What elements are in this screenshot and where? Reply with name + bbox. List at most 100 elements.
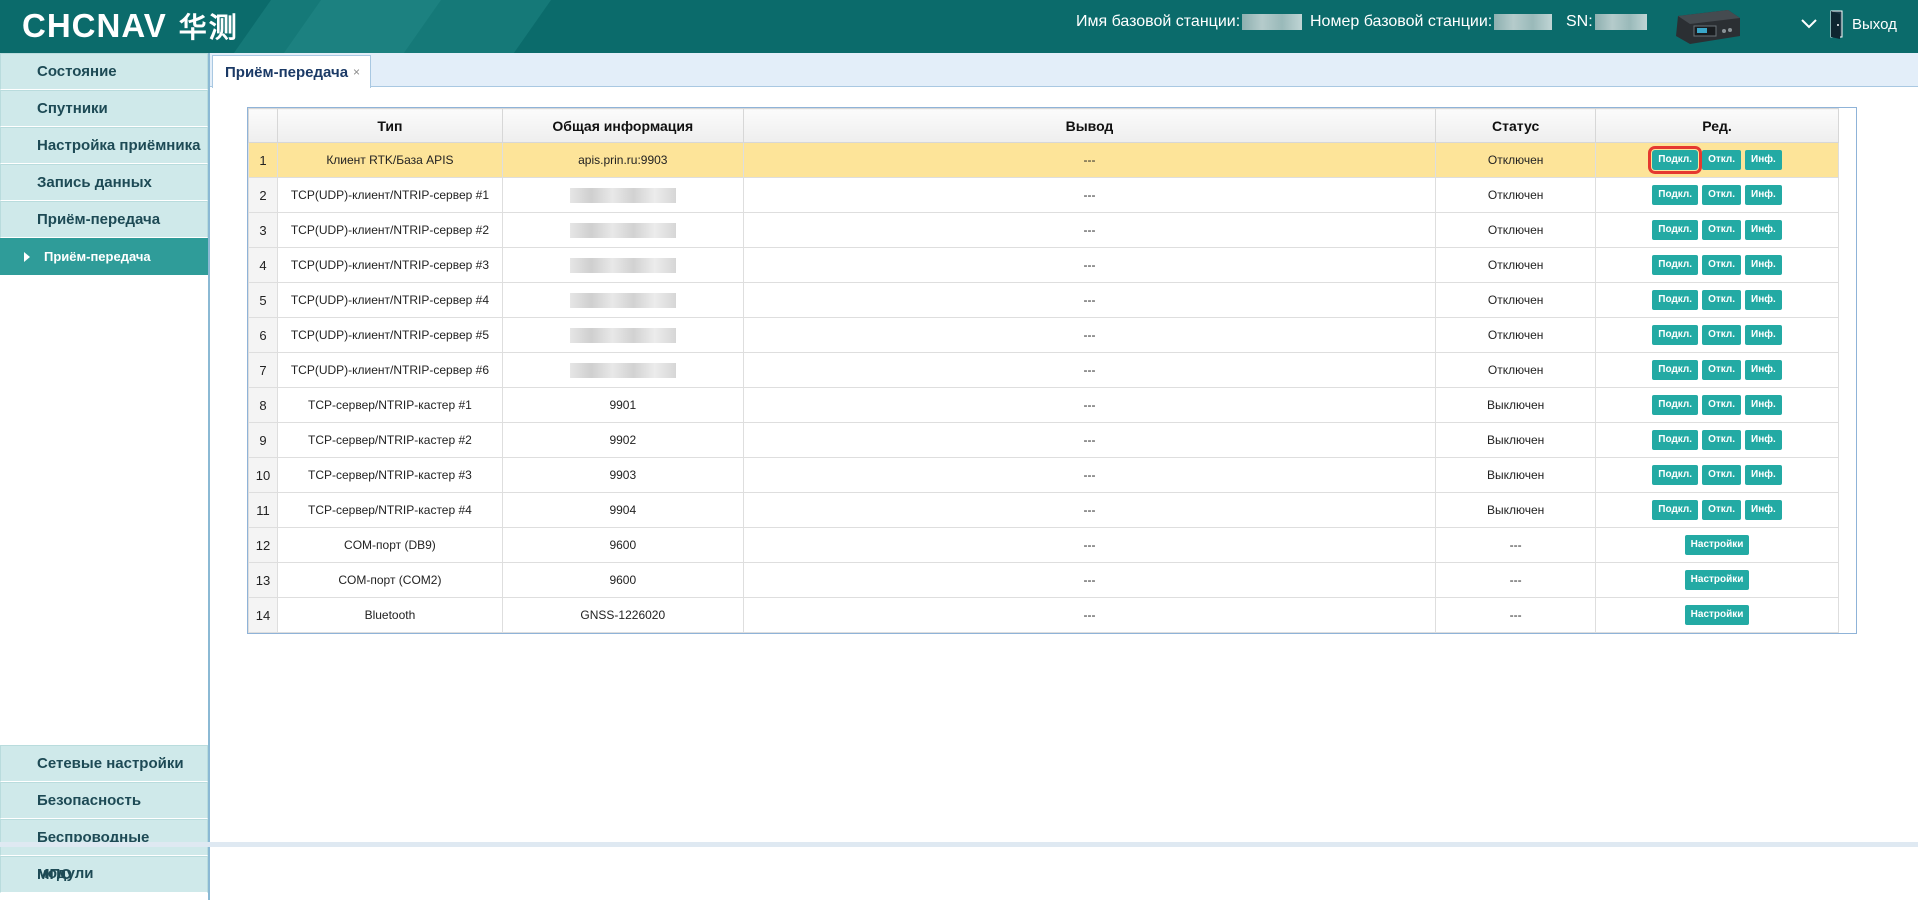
row-info: 9600: [501, 562, 744, 598]
disconnect-button[interactable]: Откл.: [1702, 255, 1742, 275]
row-number: 10: [248, 457, 278, 493]
disconnect-button[interactable]: Откл.: [1702, 465, 1742, 485]
table-row[interactable]: 10 TCP-сервер/NTRIP-кастер #3 9903 --- Выклю…: [248, 457, 1839, 493]
connect-button[interactable]: Подкл.: [1652, 255, 1699, 275]
connect-button[interactable]: Подкл.: [1652, 220, 1699, 240]
row-type: COM-порт (COM2): [276, 562, 503, 598]
info-button[interactable]: Инф.: [1745, 360, 1782, 380]
info-button[interactable]: Инф.: [1745, 290, 1782, 310]
row-actions: Подкл. Откл. Инф.: [1595, 457, 1839, 493]
sidebar-item-network[interactable]: Сетевые настройки: [0, 745, 208, 782]
table-row[interactable]: 4 TCP(UDP)-клиент/NTRIP-сервер #3 --- Отклю…: [248, 247, 1839, 283]
info-button[interactable]: Инф.: [1745, 500, 1782, 520]
tab-io[interactable]: Приём-передача ×: [212, 55, 372, 88]
disconnect-button[interactable]: Откл.: [1702, 395, 1742, 415]
row-output: ---: [742, 352, 1437, 388]
connect-button[interactable]: Подкл.: [1652, 290, 1699, 310]
row-info: 9600: [501, 527, 744, 563]
disconnect-button[interactable]: Откл.: [1702, 220, 1742, 240]
sidebar-item-firmware[interactable]: МПО: [0, 856, 208, 893]
connect-button[interactable]: Подкл.: [1652, 465, 1699, 485]
row-info: GNSS-1226020: [501, 597, 744, 633]
connect-button[interactable]: Подкл.: [1652, 430, 1699, 450]
sidebar: Состояние Спутники Настройка приёмника З…: [0, 53, 210, 900]
row-output: ---: [742, 282, 1437, 318]
disconnect-button[interactable]: Откл.: [1702, 185, 1742, 205]
settings-button[interactable]: Настройки: [1684, 535, 1750, 555]
row-actions: Подкл. Откл. Инф.: [1595, 387, 1839, 423]
row-status: Выключен: [1435, 492, 1597, 528]
row-type: TCP-сервер/NTRIP-кастер #3: [276, 457, 503, 493]
connect-button[interactable]: Подкл.: [1648, 146, 1703, 174]
info-button[interactable]: Инф.: [1745, 395, 1782, 415]
table-row[interactable]: 9 TCP-сервер/NTRIP-кастер #2 9902 --- Выключ…: [248, 422, 1839, 458]
info-button[interactable]: Инф.: [1745, 255, 1782, 275]
disconnect-button[interactable]: Откл.: [1702, 430, 1742, 450]
table-row[interactable]: 1 Клиент RTK/База APIS apis.prin.ru:9903 --…: [248, 142, 1839, 178]
disconnect-button[interactable]: Откл.: [1702, 150, 1742, 170]
sidebar-item-receiver-settings[interactable]: Настройка приёмника: [0, 127, 208, 164]
sidebar-item-status[interactable]: Состояние: [0, 53, 208, 90]
row-number: 3: [248, 212, 278, 248]
settings-button[interactable]: Настройки: [1684, 605, 1750, 625]
info-button[interactable]: Инф.: [1745, 150, 1782, 170]
table-row[interactable]: 13 COM-порт (COM2) 9600 --- --- Настройки: [248, 562, 1839, 598]
sidebar-item-data-logging[interactable]: Запись данных: [0, 164, 208, 201]
table-row[interactable]: 8 TCP-сервер/NTRIP-кастер #1 9901 --- Выключ…: [248, 387, 1839, 423]
info-button[interactable]: Инф.: [1745, 325, 1782, 345]
row-actions: Подкл. Откл. Инф.: [1595, 282, 1839, 318]
row-number: 9: [248, 422, 278, 458]
sidebar-item-satellites[interactable]: Спутники: [0, 90, 208, 127]
row-number: 1: [248, 142, 278, 178]
table-row[interactable]: 7 TCP(UDP)-клиент/NTRIP-сервер #6 --- Отклю…: [248, 352, 1839, 388]
row-status: Отключен: [1435, 177, 1597, 213]
sidebar-subitem-io[interactable]: Приём-передача: [0, 238, 208, 275]
row-output: ---: [742, 562, 1437, 598]
row-actions: Настройки: [1595, 562, 1839, 598]
top-header: CHCNAV 华测 Имя базовой станции: Номер баз…: [0, 0, 1918, 53]
sn-value-redacted: [1594, 14, 1647, 30]
sidebar-item-security[interactable]: Безопасность: [0, 782, 208, 819]
table-row[interactable]: 2 TCP(UDP)-клиент/NTRIP-сервер #1 --- Отклю…: [248, 177, 1839, 213]
table-row[interactable]: 11 TCP-сервер/NTRIP-кастер #4 9904 --- Выклю…: [248, 492, 1839, 528]
disconnect-button[interactable]: Откл.: [1702, 360, 1742, 380]
disconnect-button[interactable]: Откл.: [1702, 325, 1742, 345]
logo-text: CHCNAV: [22, 7, 167, 44]
table-row[interactable]: 6 TCP(UDP)-клиент/NTRIP-сервер #5 --- Отклю…: [248, 317, 1839, 353]
info-button[interactable]: Инф.: [1745, 220, 1782, 240]
row-output: ---: [742, 527, 1437, 563]
connect-button[interactable]: Подкл.: [1652, 500, 1699, 520]
table-row[interactable]: 5 TCP(UDP)-клиент/NTRIP-сервер #4 --- Отклю…: [248, 282, 1839, 318]
sidebar-item-wireless[interactable]: Беспроводные модули: [0, 819, 208, 882]
table-row[interactable]: 3 TCP(UDP)-клиент/NTRIP-сервер #2 --- Отклю…: [248, 212, 1839, 248]
settings-button[interactable]: Настройки: [1684, 570, 1750, 590]
row-number: 6: [248, 317, 278, 353]
column-header-num: [248, 108, 278, 143]
row-actions: Настройки: [1595, 527, 1839, 563]
scroll-gutter: [1839, 108, 1856, 633]
door-exit-icon: [1830, 10, 1843, 39]
connect-button[interactable]: Подкл.: [1652, 360, 1699, 380]
row-type: TCP-сервер/NTRIP-кастер #1: [276, 387, 503, 423]
row-status: Выключен: [1435, 387, 1597, 423]
column-header-info: Общая информация: [501, 108, 744, 143]
row-number: 7: [248, 352, 278, 388]
exit-button[interactable]: Выход: [1828, 9, 1897, 39]
table-row[interactable]: 12 COM-порт (DB9) 9600 --- --- Настройки: [248, 527, 1839, 563]
row-number: 2: [248, 177, 278, 213]
info-button[interactable]: Инф.: [1745, 465, 1782, 485]
chevron-down-icon[interactable]: [1800, 17, 1818, 31]
connect-button[interactable]: Подкл.: [1652, 185, 1699, 205]
row-info: [501, 212, 744, 248]
connect-button[interactable]: Подкл.: [1652, 325, 1699, 345]
sidebar-item-io[interactable]: Приём-передача: [0, 201, 208, 238]
info-button[interactable]: Инф.: [1745, 185, 1782, 205]
disconnect-button[interactable]: Откл.: [1702, 500, 1742, 520]
close-icon[interactable]: ×: [353, 65, 360, 79]
table-row[interactable]: 14 Bluetooth GNSS-1226020 --- --- Настройки: [248, 597, 1839, 633]
row-actions: Подкл. Откл. Инф.: [1595, 247, 1839, 283]
disconnect-button[interactable]: Откл.: [1702, 290, 1742, 310]
info-button[interactable]: Инф.: [1745, 430, 1782, 450]
connect-button[interactable]: Подкл.: [1652, 395, 1699, 415]
row-output: ---: [742, 597, 1437, 633]
